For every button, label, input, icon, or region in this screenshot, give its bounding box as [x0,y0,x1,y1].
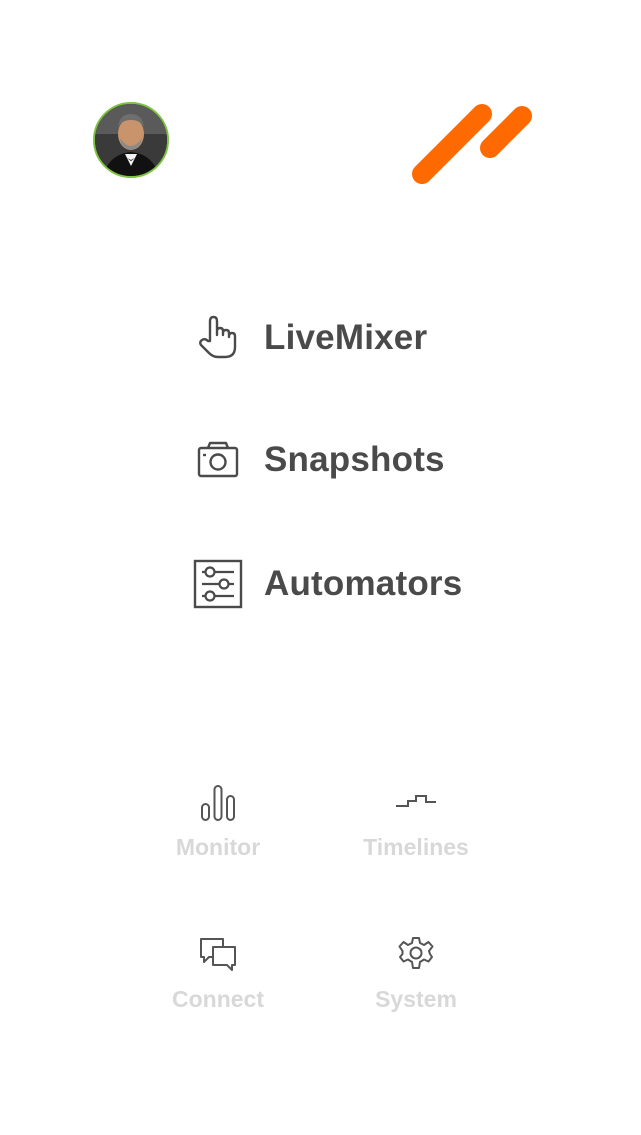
menu-item-snapshots-label: Snapshots [264,440,445,479]
gear-icon [397,932,435,976]
menu-item-snapshots[interactable]: Snapshots [190,430,445,490]
menu-item-monitor-label: Monitor [175,834,261,860]
menu-item-connect[interactable]: Connect [133,932,303,1013]
menu-item-system-label: System [375,986,457,1012]
menu-item-automators[interactable]: Automators [190,554,462,614]
menu-item-livemixer-label: LiveMixer [264,318,428,357]
menu-item-system[interactable]: System [331,932,501,1013]
menu-item-monitor[interactable]: Monitor [133,780,303,861]
double-slash-logo-icon [412,104,532,184]
menu-item-timelines-label: Timelines [363,834,469,860]
avatar-photo-icon [95,104,167,176]
bars-chart-icon [199,780,237,824]
camera-icon [190,432,246,488]
menu-item-timelines[interactable]: Timelines [331,780,501,861]
menu-item-livemixer[interactable]: LiveMixer [190,308,427,368]
chat-bubbles-icon [198,932,238,976]
menu-item-connect-label: Connect [172,986,264,1012]
user-avatar[interactable] [93,102,169,178]
hand-pointer-icon [190,310,246,366]
step-line-icon [394,780,438,824]
app-logo [404,98,540,194]
menu-item-automators-label: Automators [264,564,463,603]
sliders-icon [190,556,246,612]
